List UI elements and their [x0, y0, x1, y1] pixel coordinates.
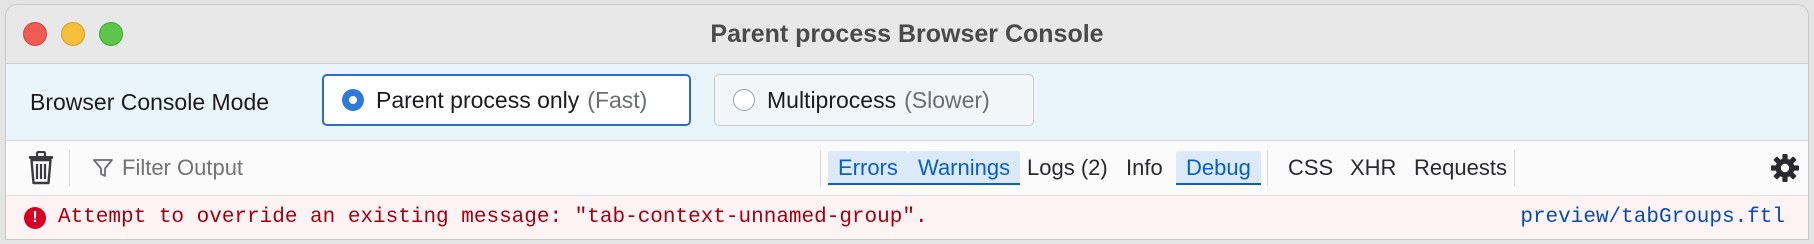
browser-console-window: Parent process Browser Console Browser C… [6, 5, 1808, 239]
mode-option-parent-process[interactable]: Parent process only (Fast) [322, 74, 691, 126]
filter-output-field[interactable] [92, 141, 382, 195]
error-icon: ! [24, 207, 46, 229]
message-source-link[interactable]: preview/tabGroups.ftl [1520, 196, 1785, 239]
trash-icon[interactable] [26, 151, 56, 185]
mode-option-multiprocess[interactable]: Multiprocess (Slower) [714, 74, 1034, 126]
console-toolbar: Errors Warnings Logs (2) Info Debug CSS … [6, 141, 1808, 196]
filter-icon [93, 159, 113, 177]
filter-output-input[interactable] [122, 155, 382, 181]
filter-info-button[interactable]: Info [1116, 151, 1173, 185]
console-message-error: ! Attempt to override an existing messag… [6, 196, 1808, 239]
mode-option-hint: (Fast) [587, 86, 648, 113]
title-bar: Parent process Browser Console [6, 5, 1808, 64]
mode-option-label: Parent process only [376, 86, 580, 113]
message-text: Attempt to override an existing message:… [58, 206, 928, 229]
gear-icon[interactable] [1769, 152, 1801, 184]
filter-css-button[interactable]: CSS [1278, 151, 1343, 185]
toolbar-divider [1267, 150, 1268, 186]
filter-errors-button[interactable]: Errors [828, 151, 908, 185]
mode-option-hint: (Slower) [904, 86, 990, 113]
window-title: Parent process Browser Console [710, 20, 1104, 48]
mode-option-label: Multiprocess [767, 86, 897, 113]
filter-requests-button[interactable]: Requests [1404, 151, 1517, 185]
radio-unselected-icon[interactable] [733, 89, 755, 111]
filter-warnings-button[interactable]: Warnings [908, 151, 1021, 185]
filter-logs-button[interactable]: Logs (2) [1017, 151, 1118, 185]
console-mode-label: Browser Console Mode [30, 89, 270, 115]
filter-debug-button[interactable]: Debug [1176, 151, 1261, 185]
toolbar-divider [820, 150, 821, 186]
toolbar-divider [1514, 150, 1515, 186]
radio-selected-icon[interactable] [342, 89, 364, 111]
toolbar-divider [69, 150, 70, 186]
filter-xhr-button[interactable]: XHR [1340, 151, 1406, 185]
console-mode-bar: Browser Console Mode Parent process only… [6, 64, 1808, 141]
